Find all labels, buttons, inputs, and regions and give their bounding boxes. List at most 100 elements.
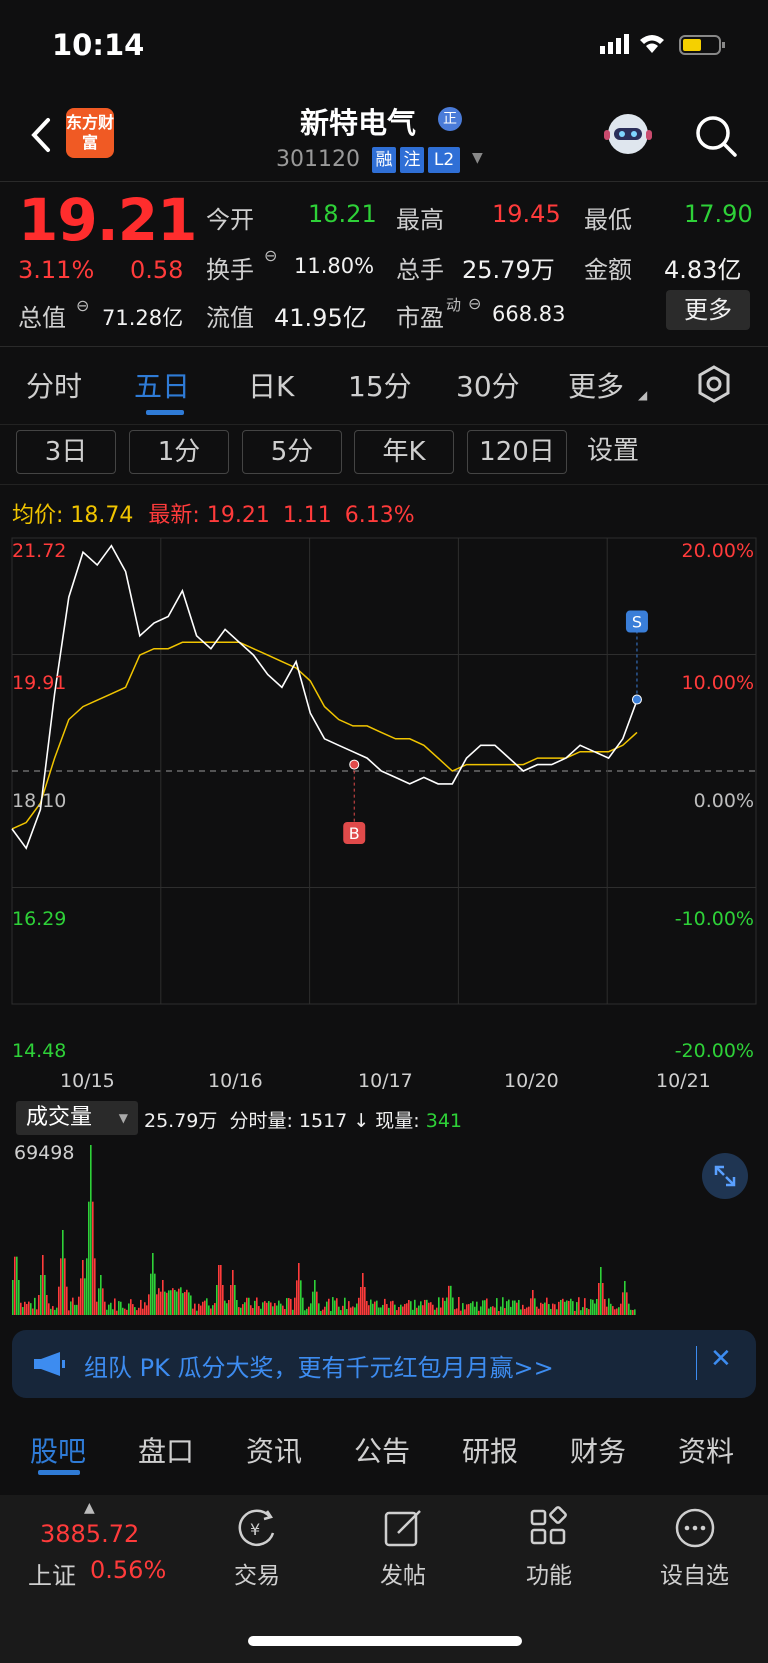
volume-bar bbox=[70, 1301, 72, 1315]
expand-icon[interactable] bbox=[702, 1153, 748, 1199]
volume-bar bbox=[508, 1299, 510, 1315]
info-circle-icon[interactable]: ⊖ bbox=[264, 246, 277, 265]
tab-fenshi[interactable]: 分时 bbox=[26, 365, 82, 405]
stock-name[interactable]: 新特电气 bbox=[300, 100, 416, 142]
subtab-120ri[interactable]: 120日 bbox=[467, 430, 567, 474]
watchlist-icon[interactable] bbox=[672, 1505, 718, 1551]
volume-bar bbox=[360, 1287, 362, 1315]
divider bbox=[0, 424, 768, 425]
volume-bar bbox=[588, 1309, 590, 1315]
price-chart[interactable]: BS bbox=[0, 530, 768, 1070]
volume-bar bbox=[372, 1303, 374, 1315]
volume-bar bbox=[146, 1305, 148, 1315]
volume-bar bbox=[610, 1303, 612, 1315]
volume-bar bbox=[66, 1286, 68, 1315]
volume-bar bbox=[122, 1307, 124, 1315]
btab-ziliao[interactable]: 资料 bbox=[678, 1430, 734, 1470]
tab-30fen[interactable]: 30分 bbox=[456, 365, 520, 405]
subtab-settings[interactable]: 设置 bbox=[578, 430, 648, 474]
volume-bar bbox=[604, 1299, 606, 1315]
volume-bar bbox=[362, 1273, 364, 1315]
gear-icon[interactable] bbox=[694, 364, 734, 404]
btab-zixun[interactable]: 资讯 bbox=[246, 1430, 302, 1470]
banner-text[interactable]: 组队 PK 瓜分大奖，更有千元红包月月赢>> bbox=[84, 1348, 554, 1383]
more-button[interactable]: 更多 bbox=[666, 290, 750, 330]
stock-code: 301120 bbox=[276, 147, 360, 172]
index-value[interactable]: 3885.72 bbox=[40, 1520, 139, 1548]
close-icon[interactable]: ✕ bbox=[710, 1344, 732, 1374]
volume-value: 25.79万 bbox=[462, 256, 555, 284]
volume-bar bbox=[36, 1309, 38, 1315]
volume-bar bbox=[512, 1300, 514, 1315]
volume-bar bbox=[590, 1299, 592, 1315]
volume-bar bbox=[364, 1287, 366, 1315]
volume-bar bbox=[118, 1301, 120, 1315]
volume-bar bbox=[330, 1310, 332, 1315]
volume-bar bbox=[306, 1308, 308, 1315]
back-button[interactable] bbox=[22, 110, 62, 160]
volume-bar bbox=[358, 1297, 360, 1315]
tab-more[interactable]: 更多 bbox=[568, 365, 624, 405]
volume-bar bbox=[520, 1309, 522, 1315]
volume-bar bbox=[516, 1302, 518, 1315]
volume-bar bbox=[424, 1299, 426, 1315]
btab-pankou[interactable]: 盘口 bbox=[138, 1430, 194, 1470]
volume-bar bbox=[594, 1303, 596, 1315]
volume-chart[interactable] bbox=[0, 1135, 768, 1317]
subtab-1fen[interactable]: 1分 bbox=[129, 430, 229, 474]
search-icon[interactable] bbox=[692, 112, 740, 160]
function-icon[interactable] bbox=[526, 1505, 572, 1551]
post-icon[interactable] bbox=[380, 1505, 426, 1551]
subtab-5fen[interactable]: 5分 bbox=[242, 430, 342, 474]
volume-bar bbox=[94, 1258, 96, 1315]
volume-bar bbox=[532, 1290, 534, 1315]
info-circle-icon[interactable]: ⊖ bbox=[76, 296, 89, 315]
volume-bar bbox=[412, 1309, 414, 1315]
volume-bar bbox=[136, 1310, 138, 1315]
info-circle-icon[interactable]: ⊖ bbox=[468, 294, 481, 313]
tab-rik[interactable]: 日K bbox=[248, 365, 294, 405]
tab-15fen[interactable]: 15分 bbox=[348, 365, 412, 405]
subtab-3ri[interactable]: 3日 bbox=[16, 430, 116, 474]
tab-wuri[interactable]: 五日 bbox=[134, 365, 190, 405]
volume-bar bbox=[268, 1301, 270, 1315]
subtab-niank[interactable]: 年K bbox=[354, 430, 454, 474]
float-mv-value: 41.95亿 bbox=[274, 304, 367, 332]
volume-bar bbox=[490, 1306, 492, 1315]
indicator-select[interactable]: 成交量 ▼ bbox=[16, 1101, 138, 1135]
tab-underline bbox=[146, 410, 184, 415]
volume-bar bbox=[294, 1297, 296, 1315]
watchlist-label[interactable]: 设自选 bbox=[660, 1556, 729, 1590]
index-pct[interactable]: 0.56% bbox=[90, 1556, 166, 1584]
volume-bar bbox=[336, 1298, 338, 1315]
volume-bar bbox=[110, 1302, 112, 1315]
btab-guba[interactable]: 股吧 bbox=[30, 1430, 86, 1470]
post-label[interactable]: 发帖 bbox=[380, 1556, 426, 1590]
btab-yanbao[interactable]: 研报 bbox=[462, 1430, 518, 1470]
volume-bar bbox=[212, 1305, 214, 1315]
volume-bar bbox=[28, 1301, 30, 1315]
btab-gonggao[interactable]: 公告 bbox=[354, 1430, 410, 1470]
trade-icon[interactable]: ¥ bbox=[234, 1505, 280, 1551]
latest-label: 最新: bbox=[148, 503, 200, 528]
volume-bar bbox=[54, 1309, 56, 1315]
trade-marker-label: B bbox=[349, 824, 360, 843]
volume-bar bbox=[274, 1303, 276, 1315]
volume-bar bbox=[502, 1297, 504, 1315]
caret-down-icon[interactable]: ▼ bbox=[472, 150, 483, 166]
index-name[interactable]: 上证 bbox=[28, 1556, 76, 1591]
btab-caiwu[interactable]: 财务 bbox=[570, 1430, 626, 1470]
function-label[interactable]: 功能 bbox=[526, 1556, 572, 1590]
volume-bar bbox=[258, 1306, 260, 1315]
robot-avatar-icon[interactable] bbox=[600, 108, 656, 160]
volume-bar bbox=[266, 1302, 268, 1315]
volume-bar bbox=[314, 1280, 316, 1315]
volume-bar bbox=[78, 1296, 80, 1315]
volume-bar bbox=[586, 1308, 588, 1315]
volume-bar bbox=[232, 1270, 234, 1315]
turnover-value: 11.80% bbox=[294, 254, 375, 278]
minute-volume: 1517 bbox=[298, 1110, 348, 1132]
volume-bar bbox=[556, 1309, 558, 1315]
trade-label[interactable]: 交易 bbox=[234, 1556, 280, 1590]
volume-bar bbox=[220, 1265, 222, 1315]
